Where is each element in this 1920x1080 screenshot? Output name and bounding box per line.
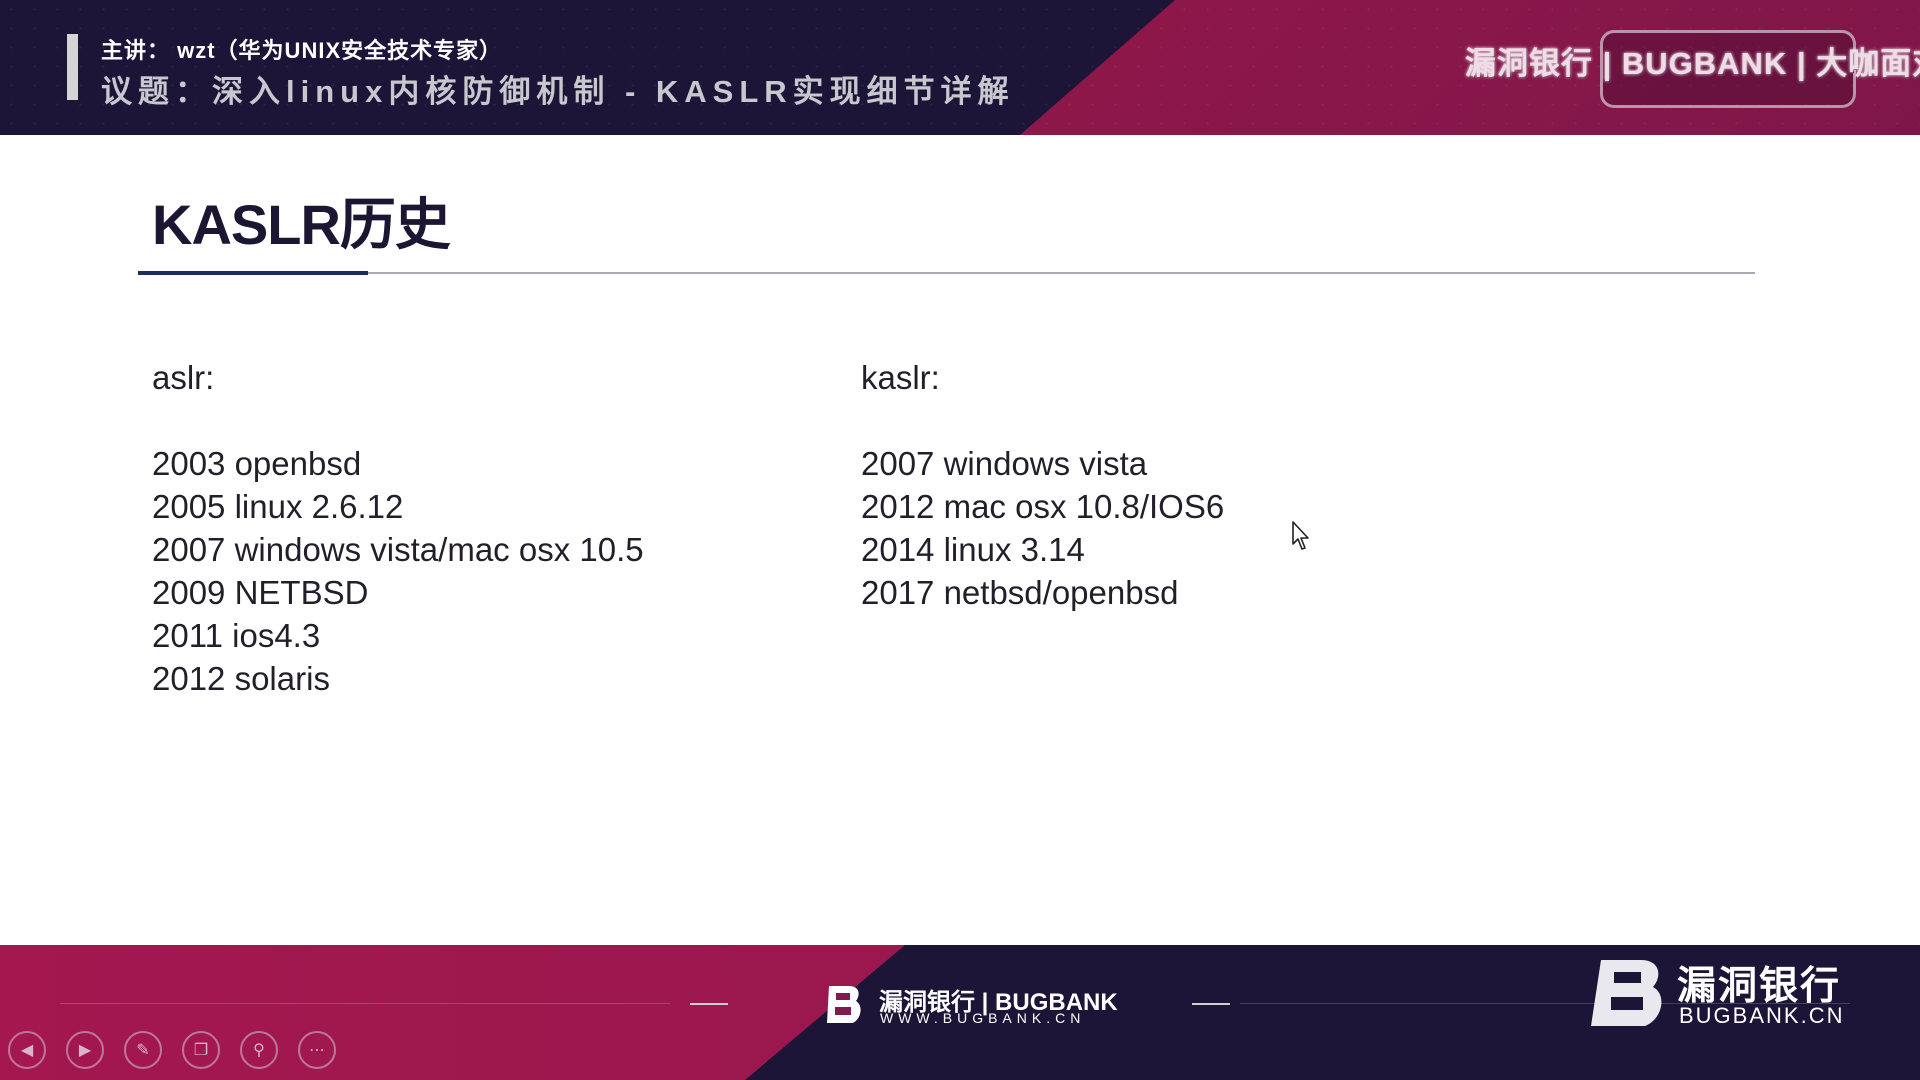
title-accent-bar <box>138 271 368 275</box>
zoom-icon[interactable]: ⚲ <box>240 1031 278 1069</box>
slides-icon[interactable]: ❐ <box>182 1031 220 1069</box>
next-icon[interactable]: ▶ <box>66 1031 104 1069</box>
bugbank-b-icon <box>1591 960 1662 1026</box>
mouse-cursor-icon <box>1292 521 1309 550</box>
banner-accent-bar <box>67 34 78 100</box>
previous-icon[interactable]: ◀ <box>8 1031 46 1069</box>
aslr-item: 2005 linux 2.6.12 <box>152 488 404 525</box>
kaslr-column: kaslr: 2007 windows vista 2012 mac osx 1… <box>861 356 1224 614</box>
footer-dash-left <box>690 1003 728 1005</box>
aslr-heading: aslr: <box>152 359 215 396</box>
center-logo-url: WWW.BUGBANK.CN <box>880 1010 1086 1026</box>
kaslr-item: 2007 windows vista <box>861 445 1148 482</box>
right-logo-sub: BUGBANK.CN <box>1679 1003 1845 1028</box>
center-bugbank-logo: 漏洞银行 | BUGBANK WWW.BUGBANK.CN <box>823 982 1118 1028</box>
kaslr-heading: kaslr: <box>861 359 940 396</box>
banner-logo: 漏洞银行 | BUGBANK | 大咖面对面 <box>1465 46 1920 81</box>
bugbank-b-icon <box>827 986 861 1023</box>
slide-title: KASLR历史 <box>152 193 451 256</box>
footer-dash-right <box>1192 1003 1230 1005</box>
aslr-item: 2011 ios4.3 <box>152 617 321 654</box>
top-banner: 主讲： wzt（华为UNIX安全技术专家） 议题：深入linux内核防御机制 -… <box>0 0 1920 135</box>
title-divider <box>138 272 1755 274</box>
pen-icon[interactable]: ✎ <box>124 1031 162 1069</box>
aslr-item: 2009 NETBSD <box>152 574 369 611</box>
aslr-column: aslr: 2003 openbsd 2005 linux 2.6.12 200… <box>152 356 644 700</box>
kaslr-item: 2017 netbsd/openbsd <box>861 574 1179 611</box>
more-icon[interactable]: ⋯ <box>298 1031 336 1069</box>
right-bugbank-logo: 漏洞银行 BUGBANK.CN <box>1587 955 1847 1030</box>
kaslr-item: 2012 mac osx 10.8/IOS6 <box>861 488 1225 525</box>
kaslr-item: 2014 linux 3.14 <box>861 531 1085 568</box>
aslr-item: 2007 windows vista/mac osx 10.5 <box>152 531 644 568</box>
speaker-label: 主讲： wzt（华为UNIX安全技术专家） <box>101 38 503 63</box>
aslr-item: 2012 solaris <box>152 660 330 697</box>
topic-label: 议题：深入linux内核防御机制 - KASLR实现细节详解 <box>101 74 1015 109</box>
aslr-item: 2003 openbsd <box>152 445 362 482</box>
footer-line-left <box>60 1003 670 1004</box>
